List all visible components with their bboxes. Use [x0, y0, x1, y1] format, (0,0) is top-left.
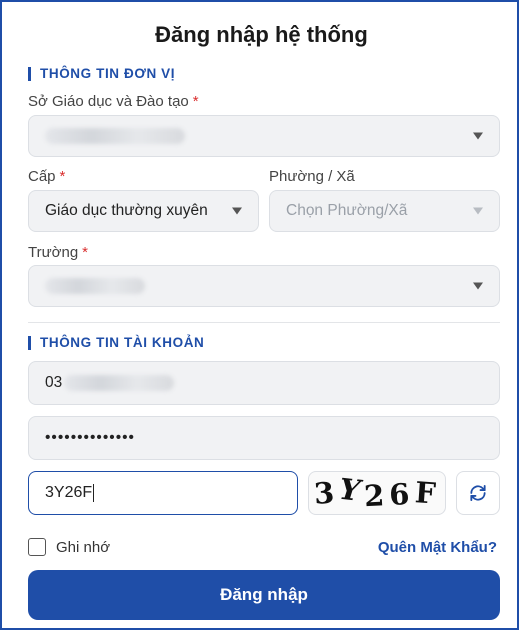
page-title: Đăng nhập hệ thống	[155, 22, 368, 47]
level-label: Cấp *	[28, 168, 65, 185]
school-select[interactable]	[28, 265, 500, 307]
section-marker	[28, 66, 31, 81]
remember-label: Ghi nhớ	[56, 538, 111, 556]
chevron-down-icon	[232, 207, 242, 215]
captcha-input-value: 3Y26F	[45, 484, 93, 501]
login-button-label: Đăng nhập	[220, 585, 308, 604]
ward-label-text: Phường / Xã	[269, 168, 355, 185]
ward-label: Phường / Xã	[269, 168, 355, 185]
unit-info-heading-text: THÔNG TIN ĐƠN VỊ	[40, 66, 176, 81]
department-label: Sở Giáo dục và Đào tạo *	[28, 93, 199, 110]
chevron-down-icon	[473, 282, 483, 290]
captcha-char: F	[413, 475, 442, 511]
ward-select[interactable]: Chọn Phường/Xã	[269, 190, 500, 232]
remember-me[interactable]: Ghi nhớ	[28, 538, 110, 556]
username-value: 03	[45, 374, 63, 391]
chevron-down-icon	[473, 207, 483, 215]
chevron-down-icon	[473, 132, 483, 140]
username-input[interactable]: 03	[28, 361, 500, 405]
section-marker	[28, 335, 31, 350]
section-divider	[28, 322, 500, 323]
captcha-char: 26	[363, 476, 416, 514]
captcha-char: Y	[337, 471, 367, 509]
captcha-char: 3	[312, 475, 340, 511]
password-value: ••••••••••••••	[45, 429, 135, 446]
captcha-input[interactable]: 3Y26F	[28, 471, 298, 515]
login-panel: Đăng nhập hệ thống THÔNG TIN ĐƠN VỊ Sở G…	[0, 0, 519, 630]
department-value-redacted	[45, 128, 185, 144]
required-marker: *	[82, 244, 89, 261]
school-label-text: Trường	[28, 244, 79, 261]
level-select[interactable]: Giáo dục thường xuyên	[28, 190, 259, 232]
login-button[interactable]: Đăng nhập	[28, 570, 500, 620]
required-marker: *	[192, 93, 199, 110]
username-redacted	[64, 375, 175, 391]
remember-checkbox[interactable]	[28, 538, 46, 556]
text-cursor	[93, 484, 95, 502]
department-select[interactable]	[28, 115, 500, 157]
school-value-redacted	[45, 278, 145, 294]
level-label-text: Cấp	[28, 168, 56, 185]
unit-info-heading: THÔNG TIN ĐƠN VỊ	[28, 66, 175, 81]
department-label-text: Sở Giáo dục và Đào tạo	[28, 93, 189, 110]
forgot-password-link[interactable]: Quên Mật Khẩu?	[378, 539, 497, 556]
captcha-image: 3 Y 26 F	[308, 471, 446, 515]
refresh-icon	[470, 485, 486, 501]
ward-placeholder: Chọn Phường/Xã	[286, 202, 408, 219]
password-input[interactable]: ••••••••••••••	[28, 416, 500, 460]
level-value: Giáo dục thường xuyên	[45, 202, 208, 219]
school-label: Trường *	[28, 244, 88, 261]
required-marker: *	[59, 168, 66, 185]
account-info-heading: THÔNG TIN TÀI KHOẢN	[28, 335, 204, 350]
refresh-captcha-button[interactable]	[456, 471, 500, 515]
account-info-heading-text: THÔNG TIN TÀI KHOẢN	[40, 335, 205, 350]
